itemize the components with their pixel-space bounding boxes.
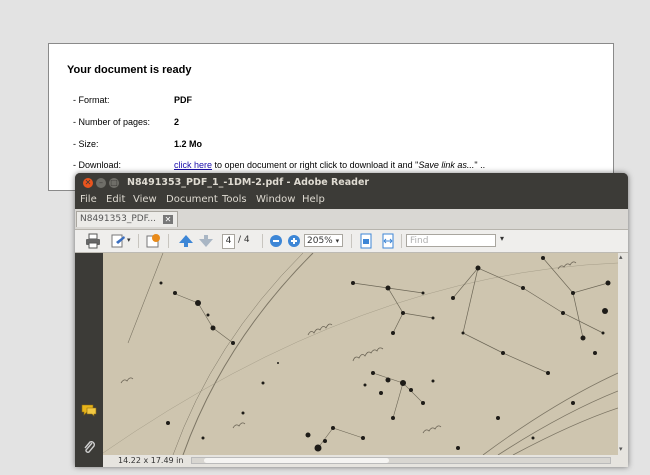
menu-edit[interactable]: Edit (106, 194, 125, 205)
minimize-icon: – (99, 178, 103, 187)
zoom-level-select[interactable]: 205% ▾ (304, 234, 343, 247)
document-tab[interactable]: N8491353_PDF... ✕ (76, 211, 178, 227)
toolbar-separator (262, 234, 263, 248)
window-maximize-button[interactable]: □ (109, 178, 119, 188)
page-number-input[interactable]: 4 (222, 234, 235, 249)
download-text-middle: to open document or right click to downl… (212, 160, 419, 170)
status-bar: 14.22 x 17.49 in (103, 455, 628, 467)
download-value: click here to open document or right cli… (174, 160, 485, 170)
zoom-in-icon[interactable] (286, 233, 302, 249)
toolbar-separator (138, 234, 139, 248)
menu-tools[interactable]: Tools (222, 194, 247, 205)
menu-file[interactable]: File (80, 194, 97, 205)
navigation-sidebar (75, 253, 103, 467)
star-map-image (103, 253, 618, 455)
menu-window[interactable]: Window (256, 194, 295, 205)
menu-view[interactable]: View (133, 194, 157, 205)
horizontal-scrollbar[interactable] (191, 457, 611, 464)
tab-close-icon[interactable]: ✕ (163, 215, 173, 224)
find-input[interactable]: Find (406, 234, 496, 247)
window-minimize-button[interactable]: – (96, 178, 106, 188)
toolbar-separator (401, 234, 402, 248)
size-value: 1.2 Mo (174, 139, 203, 149)
fit-width-icon[interactable] (380, 233, 396, 249)
menu-help[interactable]: Help (302, 194, 325, 205)
close-icon: ✕ (84, 178, 92, 187)
download-text-end: " .. (474, 160, 486, 170)
toolbar-separator (168, 234, 169, 248)
print-icon[interactable] (85, 233, 101, 249)
format-label: - Format: (73, 95, 110, 105)
size-label: - Size: (73, 139, 99, 149)
window-titlebar[interactable]: ✕ – □ N8491353_PDF_1_-1DM-2.pdf - Adobe … (75, 173, 628, 193)
attachment-icon[interactable] (82, 439, 96, 455)
sign-icon[interactable] (110, 233, 126, 249)
download-link[interactable]: click here (174, 160, 212, 170)
scroll-up-icon[interactable]: ▴ (619, 253, 623, 261)
scroll-down-icon[interactable]: ▾ (619, 445, 623, 453)
sign-dropdown-icon[interactable]: ▾ (127, 236, 131, 244)
menu-document[interactable]: Document (166, 194, 218, 205)
document-ready-card: Your document is ready - Format: PDF - N… (48, 43, 614, 191)
format-value: PDF (174, 95, 192, 105)
comment-icon[interactable] (81, 403, 97, 417)
menu-bar: File Edit View Document Tools Window Hel… (75, 193, 628, 209)
horizontal-scroll-thumb[interactable] (204, 458, 389, 463)
page-total: / 4 (238, 235, 250, 245)
toolbar-separator (351, 234, 352, 248)
window-close-button[interactable]: ✕ (83, 178, 93, 188)
chevron-down-icon: ▾ (335, 237, 340, 245)
window-title: N8491353_PDF_1_-1DM-2.pdf - Adobe Reader (127, 177, 370, 188)
pages-value: 2 (174, 117, 180, 127)
card-title: Your document is ready (67, 64, 192, 76)
download-label: - Download: (73, 160, 122, 170)
zoom-level-value: 205% (307, 236, 333, 246)
fit-page-icon[interactable] (358, 233, 374, 249)
page-size-label: 14.22 x 17.49 in (118, 456, 184, 465)
document-tab-label: N8491353_PDF... (80, 214, 156, 224)
zoom-out-icon[interactable] (268, 233, 284, 249)
download-text-emphasis: Save link as... (418, 160, 475, 170)
find-dropdown-icon[interactable]: ▾ (500, 234, 504, 243)
share-icon[interactable] (145, 233, 161, 249)
adobe-reader-window: ✕ – □ N8491353_PDF_1_-1DM-2.pdf - Adobe … (75, 173, 628, 467)
prev-page-icon[interactable] (178, 233, 194, 249)
document-tab-bar: N8491353_PDF... ✕ (75, 209, 628, 230)
next-page-icon[interactable] (198, 233, 214, 249)
pdf-page-view[interactable] (103, 253, 618, 455)
pages-label: - Number of pages: (73, 117, 151, 127)
maximize-icon: □ (110, 178, 118, 187)
vertical-scrollbar[interactable]: ▴ ▾ (618, 253, 628, 455)
reader-toolbar: ▾ 4 / 4 205% ▾ Find ▾ (75, 230, 628, 253)
